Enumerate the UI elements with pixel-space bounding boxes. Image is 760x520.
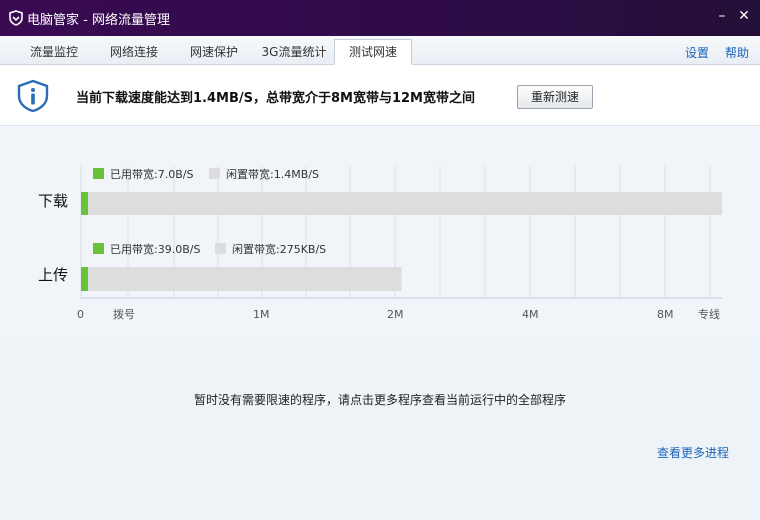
upload-idle-bar bbox=[81, 267, 402, 291]
bandwidth-chart: 已用带宽:7.0B/S 闲置带宽:1.4MB/S 下载 已用带宽:39.0B/S… bbox=[0, 126, 760, 336]
axis-tick-0: 0 bbox=[77, 308, 84, 321]
tab-3g-stats[interactable]: 3G流量统计 bbox=[256, 40, 332, 64]
axis-tick-2m: 2M bbox=[387, 308, 404, 321]
no-limit-note: 暂时没有需要限速的程序，请点击更多程序查看当前运行中的全部程序 bbox=[193, 393, 566, 407]
axis-tick-8m: 8M bbox=[657, 308, 674, 321]
minimize-icon[interactable]: – bbox=[714, 8, 730, 24]
window-title: 电脑管家 - 网络流量管理 bbox=[27, 13, 170, 28]
settings-link[interactable]: 设置 bbox=[685, 44, 709, 61]
close-icon[interactable]: ✕ bbox=[736, 8, 752, 24]
process-limit-panel: 暂时没有需要限速的程序，请点击更多程序查看当前运行中的全部程序 查看更多进程 bbox=[0, 336, 760, 520]
upload-used-legend-swatch bbox=[93, 243, 104, 254]
download-used-bar bbox=[81, 192, 88, 215]
view-more-processes-link[interactable]: 查看更多进程 bbox=[657, 444, 729, 461]
download-idle-legend: 闲置带宽:1.4MB/S bbox=[226, 167, 319, 181]
download-idle-legend-swatch bbox=[209, 168, 220, 179]
title-bar: 电脑管家 - 网络流量管理 – ✕ bbox=[0, 0, 760, 36]
bandwidth-chart-svg: 已用带宽:7.0B/S 闲置带宽:1.4MB/S 下载 已用带宽:39.0B/S… bbox=[38, 166, 722, 321]
app-shield-icon bbox=[9, 10, 23, 26]
retest-button[interactable]: 重新测速 bbox=[517, 85, 593, 109]
axis-tick-4m: 4M bbox=[522, 308, 539, 321]
tab-speed-protection[interactable]: 网速保护 bbox=[178, 40, 250, 64]
upload-used-legend: 已用带宽:39.0B/S bbox=[110, 242, 200, 256]
shield-info-icon bbox=[17, 79, 49, 113]
axis-tick-1m: 1M bbox=[253, 308, 270, 321]
download-used-legend: 已用带宽:7.0B/S bbox=[110, 167, 193, 181]
help-link[interactable]: 帮助 bbox=[725, 44, 749, 61]
upload-idle-legend: 闲置带宽:275KB/S bbox=[232, 242, 326, 256]
axis-tick-dedicated: 专线 bbox=[698, 307, 720, 321]
axis-tick-dialup: 拨号 bbox=[113, 307, 135, 321]
tab-bar: 流量监控 网络连接 网速保护 3G流量统计 测试网速 设置 帮助 bbox=[0, 36, 760, 65]
tab-traffic-monitor[interactable]: 流量监控 bbox=[18, 40, 90, 64]
download-used-legend-swatch bbox=[93, 168, 104, 179]
upload-used-bar bbox=[81, 267, 88, 291]
speed-result-panel: 当前下载速度能达到1.4MB/S，总带宽介于8M宽带与12M宽带之间 重新测速 bbox=[0, 65, 760, 126]
download-row-label: 下载 bbox=[38, 192, 68, 210]
tab-speed-test[interactable]: 测试网速 bbox=[334, 39, 412, 65]
upload-row-label: 上传 bbox=[38, 266, 68, 284]
download-idle-bar bbox=[81, 192, 722, 215]
upload-idle-legend-swatch bbox=[215, 243, 226, 254]
tab-network-connections[interactable]: 网络连接 bbox=[98, 40, 170, 64]
speed-result-message: 当前下载速度能达到1.4MB/S，总带宽介于8M宽带与12M宽带之间 bbox=[76, 91, 475, 106]
